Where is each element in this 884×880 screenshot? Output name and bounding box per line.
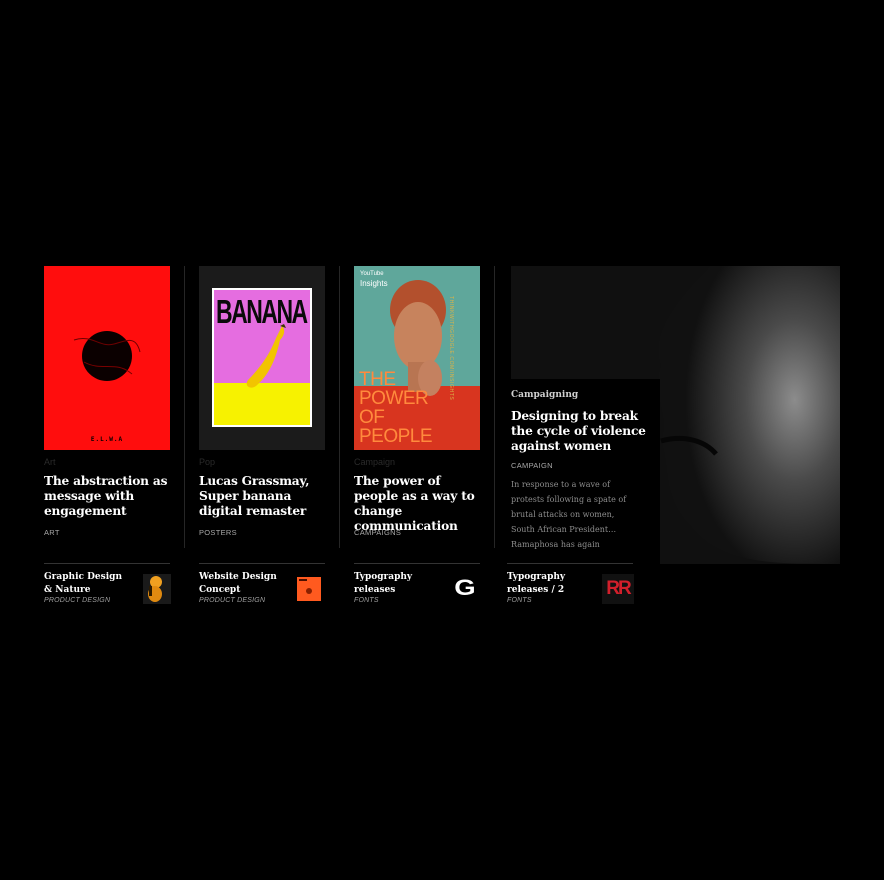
poster-icon [299, 579, 312, 594]
footer-rule [199, 563, 325, 564]
banana-poster: BANANA [212, 288, 312, 427]
card-title[interactable]: The power of people as a way to change c… [354, 474, 480, 534]
card-title[interactable]: The abstraction as message with engageme… [44, 474, 172, 519]
column-divider [184, 266, 185, 548]
card-title[interactable]: Lucas Grassmay, Super banana digital rem… [199, 474, 327, 519]
feature-title[interactable]: Designing to break the cycle of violence… [511, 409, 651, 454]
poster-label: E.L.W.A [90, 436, 124, 443]
footer-item-title[interactable]: Graphic Design & Nature [44, 571, 126, 597]
letter-g-glyph-icon[interactable]: G [449, 573, 482, 603]
feature-excerpt: In response to a wave of protests follow… [511, 480, 627, 549]
footer-rule [44, 563, 170, 564]
column-divider [339, 266, 340, 548]
footer-item-tag: FONTS [507, 597, 532, 604]
footer-item-title[interactable]: Typography releases [354, 571, 436, 597]
card-image-posters[interactable]: BANANA [199, 266, 325, 450]
card-category: Art [44, 457, 56, 467]
footer-item-tag: PRODUCT DESIGN [199, 597, 266, 604]
footer-rule [354, 563, 480, 564]
poster-art [73, 331, 141, 381]
card-image-campaigns[interactable]: YouTube Insights THE POWER OF PEOPLE THI… [354, 266, 480, 450]
card-category: Pop [199, 457, 216, 467]
figure-thumbnail[interactable] [143, 574, 171, 604]
footer-rule [507, 563, 633, 564]
footer-item-tag: FONTS [354, 597, 379, 604]
banana-icon [246, 324, 286, 388]
feature-category: Campaigning [511, 390, 579, 400]
card-tag[interactable]: CAMPAIGNS [354, 528, 401, 537]
red-letters-thumbnail[interactable]: RR [602, 574, 634, 604]
feature-overlay[interactable]: Campaigning Designing to break the cycle… [503, 379, 660, 564]
footer-item-title[interactable]: Website Design Concept [199, 571, 281, 597]
figure-icon [148, 576, 162, 602]
card-category: Campaign [354, 457, 396, 467]
card-image-art[interactable]: E.L.W.A [44, 266, 170, 450]
card-tag[interactable]: ART [44, 528, 60, 537]
footer-item-title[interactable]: Typography releases / 2 [507, 571, 589, 597]
poster-side-text: THINKWITHGOOGLE.COM/INSIGHTS [448, 296, 454, 401]
card-tag[interactable]: POSTERS [199, 528, 237, 537]
footer-item-tag: PRODUCT DESIGN [44, 597, 111, 604]
red-letters-glyph-icon: RR [606, 578, 631, 599]
feature-tag[interactable]: CAMPAIGN [511, 461, 553, 470]
column-divider [494, 266, 495, 548]
poster-brand-sub: Insights [360, 279, 388, 288]
poster-brand: YouTube [360, 271, 384, 277]
poster-headline: THE POWER OF PEOPLE [359, 369, 433, 447]
orange-poster-thumbnail[interactable] [297, 577, 321, 601]
